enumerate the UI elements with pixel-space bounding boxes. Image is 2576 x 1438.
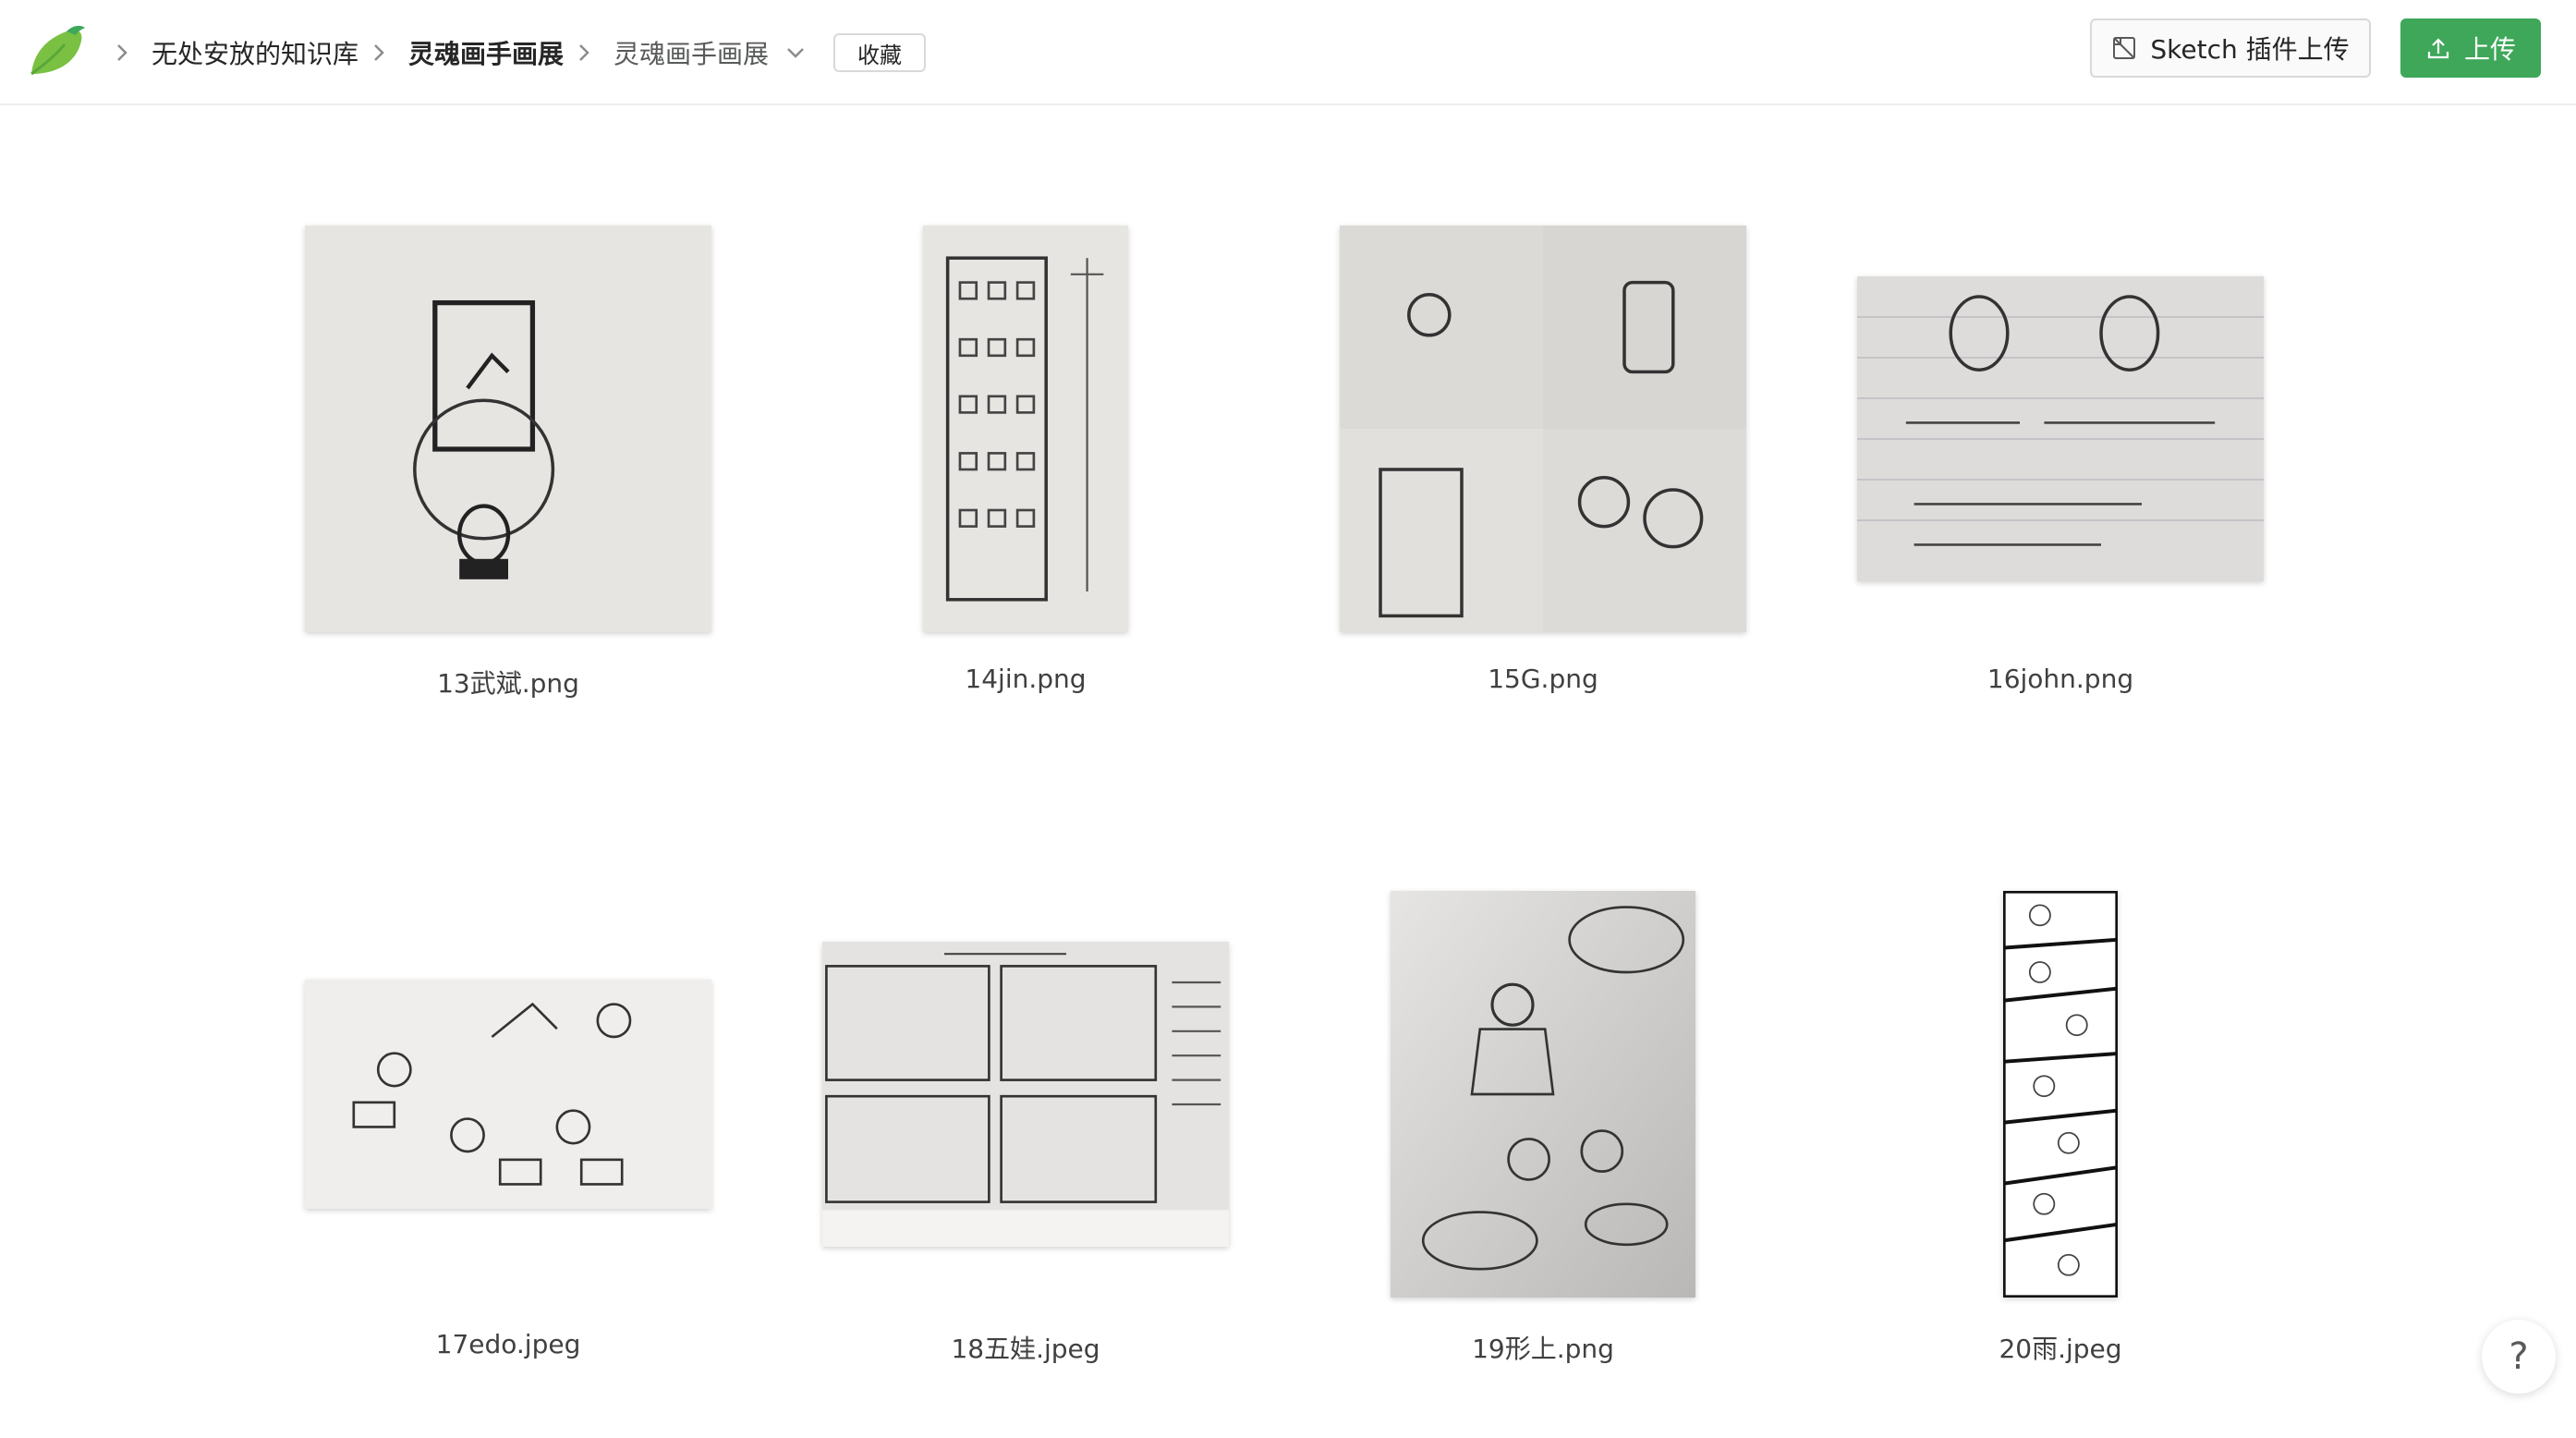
file-name[interactable]: 15G.png — [1284, 664, 1802, 694]
file-name[interactable]: 20雨.jpeg — [1802, 1329, 2319, 1366]
upload-button[interactable]: 上传 — [2400, 18, 2541, 78]
gallery-item[interactable]: 18五娃.jpeg — [767, 891, 1284, 1371]
chevron-down-icon — [785, 43, 806, 63]
sketch-upload-label: Sketch 插件上传 — [2150, 34, 2350, 65]
gallery-item[interactable]: 17edo.jpeg — [249, 891, 767, 1371]
thumbnail-image[interactable] — [822, 942, 1229, 1247]
chevron-right-icon — [368, 42, 390, 64]
file-name[interactable]: 16john.png — [1802, 664, 2319, 694]
thumbnail-frame — [1802, 891, 2319, 1298]
breadcrumb-current-label: 灵魂画手画展 — [614, 39, 770, 69]
sketch-upload-button[interactable]: Sketch 插件上传 — [2090, 18, 2371, 78]
thumbnail-image[interactable] — [923, 225, 1128, 632]
breadcrumb-current-dropdown[interactable]: 灵魂画手画展 — [614, 34, 806, 71]
file-name[interactable]: 13武斌.png — [249, 664, 767, 701]
thumbnail-image[interactable] — [2003, 891, 2118, 1298]
thumbnail-frame — [767, 225, 1284, 632]
thumbnail-frame — [1284, 225, 1802, 632]
chevron-right-icon — [111, 42, 133, 64]
thumbnail-image[interactable] — [1391, 891, 1695, 1298]
file-name[interactable]: 18五娃.jpeg — [767, 1329, 1284, 1366]
thumbnail-image[interactable] — [305, 980, 711, 1209]
thumbnail-frame — [249, 225, 767, 632]
thumbnail-frame — [1802, 225, 2319, 632]
thumbnail-frame — [1284, 891, 1802, 1298]
thumbnail-frame — [767, 891, 1284, 1298]
breadcrumb: 无处安放的知识库 灵魂画手画展 灵魂画手画展 收藏 — [102, 0, 927, 105]
thumbnail-image[interactable] — [1340, 225, 1746, 632]
chevron-right-icon — [573, 42, 595, 64]
gallery-item[interactable]: 14jin.png — [767, 225, 1284, 706]
breadcrumb-item-gallery[interactable]: 灵魂画手画展 — [408, 34, 564, 71]
upload-label: 上传 — [2463, 34, 2516, 65]
thumbnail-frame — [249, 891, 767, 1298]
logo-icon[interactable] — [24, 22, 87, 81]
upload-icon — [2425, 35, 2451, 61]
file-name[interactable]: 14jin.png — [767, 664, 1284, 694]
thumbnail-image[interactable] — [1857, 276, 2264, 581]
sketch-icon — [2111, 35, 2137, 61]
gallery-item[interactable]: 16john.png — [1802, 225, 2319, 706]
breadcrumb-item-knowledge-base[interactable]: 无处安放的知识库 — [152, 34, 358, 71]
thumbnail-image[interactable] — [305, 225, 711, 632]
gallery-item[interactable]: 20雨.jpeg — [1802, 891, 2319, 1371]
top-header: 无处安放的知识库 灵魂画手画展 灵魂画手画展 收藏 Sketch 插件上传 上传 — [0, 0, 2576, 105]
gallery-item[interactable]: 13武斌.png — [249, 225, 767, 706]
help-button[interactable]: ? — [2482, 1320, 2556, 1394]
gallery-item[interactable]: 15G.png — [1284, 225, 1802, 706]
file-name[interactable]: 17edo.jpeg — [249, 1329, 767, 1359]
favorite-button[interactable]: 收藏 — [833, 33, 927, 72]
gallery-item[interactable]: 19形上.png — [1284, 891, 1802, 1371]
file-name[interactable]: 19形上.png — [1284, 1329, 1802, 1366]
